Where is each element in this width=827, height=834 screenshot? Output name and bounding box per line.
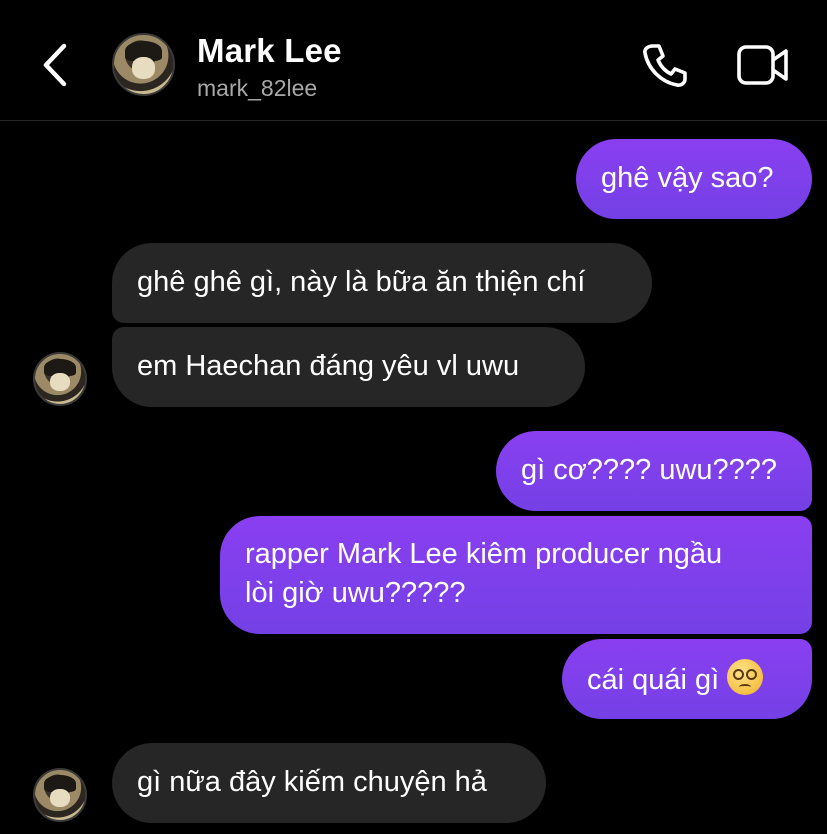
message-text: ghê vậy sao?	[601, 162, 774, 194]
phone-icon[interactable]	[640, 40, 690, 90]
chat-header: Mark Lee mark_82lee	[0, 0, 827, 121]
message-text-line: rapper Mark Lee kiêm producer ngầu	[245, 538, 723, 570]
message-bubble-outgoing[interactable]: ghê vậy sao?	[576, 139, 812, 219]
message-text: gì nữa đây kiếm chuyện hả	[137, 766, 487, 798]
contact-username[interactable]: mark_82lee	[197, 75, 317, 102]
contact-name[interactable]: Mark Lee	[197, 32, 342, 70]
back-icon[interactable]	[36, 40, 76, 90]
message-text: ghê ghê gì, này là bữa ăn thiện chí	[137, 266, 586, 298]
video-camera-icon[interactable]	[736, 42, 790, 88]
message-bubble-incoming[interactable]: em Haechan đáng yêu vl uwu	[112, 327, 585, 407]
avatar[interactable]	[112, 33, 175, 96]
message-bubble-incoming[interactable]: ghê ghê gì, này là bữa ăn thiện chí	[112, 243, 652, 323]
message-bubble-incoming[interactable]: gì nữa đây kiếm chuyện hả	[112, 743, 546, 823]
message-bubble-outgoing[interactable]: gì cơ???? uwu????	[496, 431, 812, 511]
message-text: gì cơ???? uwu????	[521, 454, 778, 486]
sender-avatar[interactable]	[33, 352, 87, 406]
message-bubble-outgoing[interactable]: cái quái gì	[562, 639, 812, 719]
message-text: cái quái gì	[587, 664, 720, 696]
sender-avatar[interactable]	[33, 768, 87, 822]
message-text-line: lòi giờ uwu?????	[245, 577, 466, 609]
message-bubble-outgoing[interactable]: rapper Mark Lee kiêm producer ngầu lòi g…	[220, 516, 812, 634]
dizzy-face-emoji	[727, 659, 764, 695]
message-text: em Haechan đáng yêu vl uwu	[137, 350, 520, 382]
